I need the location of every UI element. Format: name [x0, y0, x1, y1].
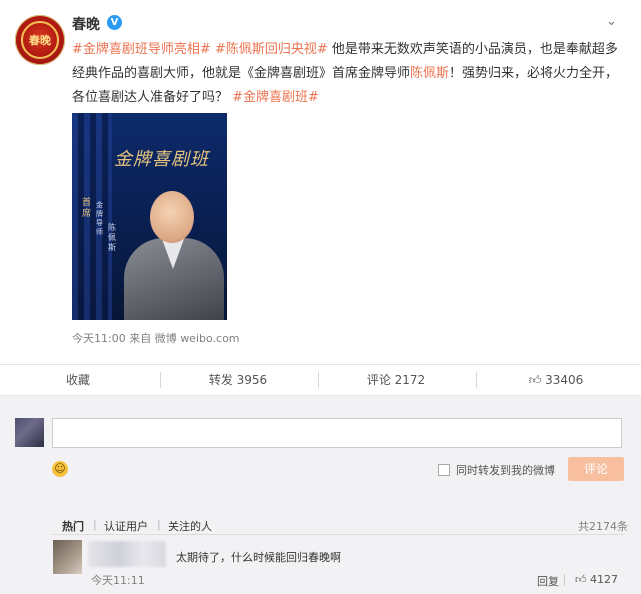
hashtag-link[interactable]: #金牌喜剧班导师亮相# [72, 42, 211, 57]
post-image[interactable]: 金牌喜剧班 首席 金牌导师 陈佩斯 [72, 113, 227, 320]
hashtag-link[interactable]: #金牌喜剧班# [232, 90, 319, 105]
image-side-text: 陈佩斯 [108, 223, 116, 252]
submit-comment-button[interactable]: 评论 [568, 457, 624, 481]
hashtag-link[interactable]: #陈佩斯回归央视# [215, 42, 328, 57]
divider [564, 574, 565, 586]
mention-link[interactable]: 陈佩斯 [410, 66, 449, 81]
comment-total: 共2174条 [578, 520, 628, 533]
comment-like-count: 4127 [590, 573, 618, 586]
image-side-text: 首席 [82, 198, 92, 219]
emoji-icon[interactable]: ☺ [52, 461, 68, 477]
reply-button[interactable]: 回复 [537, 573, 559, 589]
image-curtain [72, 113, 112, 320]
divider [476, 372, 477, 388]
divider [160, 372, 161, 388]
image-title: 金牌喜剧班 [114, 149, 209, 170]
thumbs-up-icon: 👍︎ [575, 573, 587, 586]
username[interactable]: 春晚 [72, 14, 100, 34]
avatar-text: 春晚 [29, 34, 51, 47]
forward-label[interactable]: 同时转发到我的微博 [456, 462, 555, 478]
filter-verified[interactable]: 认证用户 [104, 518, 148, 534]
comment-input[interactable] [52, 418, 622, 448]
forward-checkbox[interactable] [438, 464, 450, 476]
image-side-text: 金牌导师 [96, 201, 103, 236]
comment-time: 今天11:11 [91, 574, 145, 587]
repost-button[interactable]: 转发 3956 [168, 365, 308, 395]
comment-like-button[interactable]: 👍︎ 4127 [575, 573, 618, 586]
filter-separator: | [93, 518, 97, 531]
favorite-button[interactable]: 收藏 [8, 365, 148, 395]
thumbs-up-icon: 👍︎ [528, 373, 542, 387]
comment-text: 太期待了，什么时候能回归春晚啊 [176, 551, 341, 564]
divider [52, 534, 624, 535]
like-count: 33406 [545, 373, 584, 387]
post-meta: 今天11:00 来自 微博 weibo.com [72, 332, 240, 345]
commenter-avatar[interactable] [53, 540, 82, 574]
blurred-username [88, 541, 166, 567]
chevron-down-icon[interactable]: ⌄ [606, 14, 617, 29]
comment-button[interactable]: 评论 2172 [326, 365, 466, 395]
user-avatar[interactable]: 春晚 [15, 15, 65, 65]
action-bar: 收藏 转发 3956 评论 2172 👍︎ 33406 [0, 364, 641, 396]
filter-hot[interactable]: 热门 [62, 518, 84, 534]
current-user-avatar [15, 418, 44, 447]
post-text: #金牌喜剧班导师亮相# #陈佩斯回归央视# 他是带来无数欢声笑语的小品演员，也是… [72, 38, 624, 110]
verified-icon: V [107, 15, 122, 30]
divider [318, 372, 319, 388]
image-figure-head [150, 191, 194, 243]
filter-following[interactable]: 关注的人 [168, 518, 212, 534]
filter-separator: | [157, 518, 161, 531]
like-button[interactable]: 👍︎ 33406 [486, 365, 626, 395]
